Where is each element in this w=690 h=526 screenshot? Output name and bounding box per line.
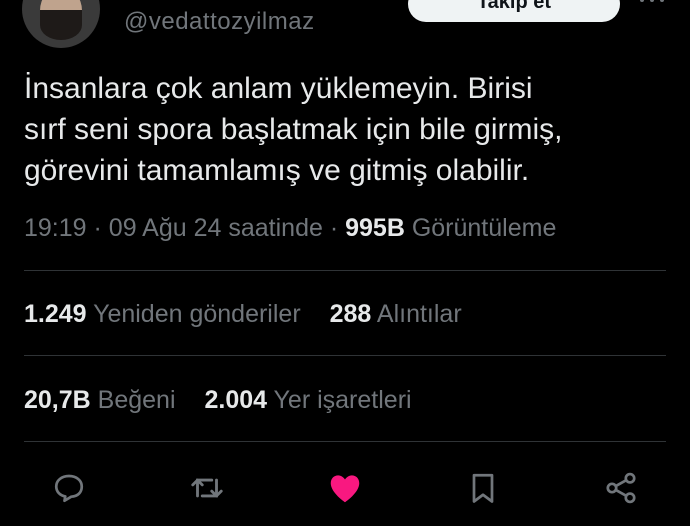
bookmark-button[interactable]	[463, 468, 503, 508]
like-icon	[330, 475, 360, 503]
quotes-label: Alıntılar	[376, 300, 462, 328]
tweet-text: İnsanlara çok anlam yüklemeyin. Birisi s…	[24, 72, 563, 187]
tweet-date[interactable]: 09 Ağu 24 saatinde	[109, 214, 323, 242]
avatar-beard	[40, 10, 82, 40]
likes-count: 20,7B	[24, 386, 91, 414]
quotes-count: 288	[329, 300, 372, 328]
likes-stat[interactable]: 20,7B Beğeni	[24, 386, 176, 415]
meta-separator: ·	[93, 214, 102, 242]
likes-label: Beğeni	[97, 386, 176, 414]
stats-row-reposts: 1.249 Yeniden gönderiler 288 Alıntılar	[24, 300, 484, 329]
bookmarks-stat[interactable]: 2.004 Yer işaretleri	[204, 386, 411, 415]
meta-separator: ·	[329, 214, 339, 242]
author-handle[interactable]: @vedattozyilmaz	[124, 8, 315, 36]
reply-icon	[54, 474, 84, 503]
bookmarks-label: Yer işaretleri	[273, 386, 412, 414]
quotes-stat[interactable]: 288 Alıntılar	[330, 300, 462, 329]
bookmark-icon	[472, 473, 494, 503]
stats-row-likes: 20,7B Beğeni 2.004 Yer işaretleri	[24, 386, 434, 415]
views-count: 995B	[345, 214, 405, 242]
divider	[24, 441, 666, 442]
reposts-count: 1.249	[24, 300, 87, 328]
views-label: Görüntüleme	[411, 214, 557, 242]
follow-button[interactable]: Takip et	[408, 0, 620, 22]
reposts-label: Yeniden gönderiler	[93, 300, 301, 328]
repost-button[interactable]	[187, 468, 227, 508]
avatar[interactable]	[22, 0, 100, 48]
divider	[24, 355, 666, 356]
reposts-stat[interactable]: 1.249 Yeniden gönderiler	[24, 300, 301, 329]
tweet-time[interactable]: 19:19	[24, 214, 87, 242]
like-button[interactable]	[325, 468, 365, 508]
share-icon	[606, 472, 636, 504]
more-options-icon[interactable]	[640, 0, 664, 6]
reply-button[interactable]	[49, 468, 89, 508]
action-bar	[24, 466, 666, 510]
bookmarks-count: 2.004	[204, 386, 268, 414]
share-button[interactable]	[601, 468, 641, 508]
tweet-meta: 19:19 · 09 Ağu 24 saatinde · 995B Görünt…	[24, 214, 556, 243]
repost-icon	[191, 478, 223, 498]
divider	[24, 270, 666, 271]
